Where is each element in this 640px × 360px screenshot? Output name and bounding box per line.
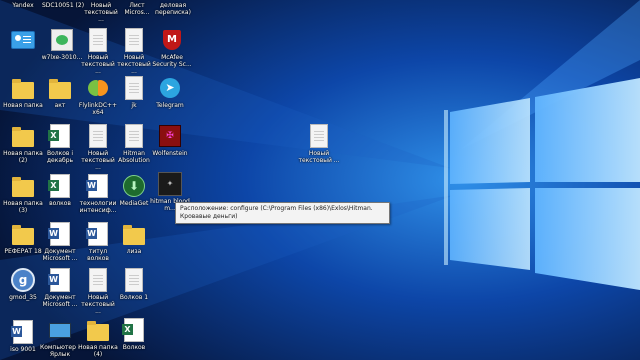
icon-label: Wolfenstein (152, 150, 188, 157)
icon-label: деловая переписка) (155, 2, 191, 16)
desktop-icon-control-panel[interactable] (4, 28, 42, 54)
desktop-icon-liza[interactable]: лиза (114, 222, 154, 255)
icon-label: волков (49, 200, 71, 207)
telegram-icon: ➤ (158, 76, 182, 100)
icon-label: Волков 1 (119, 294, 149, 301)
icon-label: jk (131, 102, 137, 109)
desktop-icon-word-document-2[interactable]: Документ Microsoft ... (38, 268, 82, 308)
desktop-icon-yandex[interactable]: Yandex (4, 2, 42, 9)
desktop-icon-wolfenstein[interactable]: ✠ Wolfenstein (148, 124, 192, 157)
word-document-icon (11, 320, 35, 344)
download-arrow-icon: ⬇ (122, 174, 146, 198)
icon-label: лиза (126, 248, 142, 255)
desktop-icon-new-text-3[interactable]: Новый текстовый ... (78, 268, 118, 315)
folder-icon (11, 124, 35, 148)
word-document-icon (86, 174, 110, 198)
icon-label: Новый текстовый ... (298, 150, 340, 164)
gmod-icon: g (11, 268, 35, 292)
folder-icon (122, 222, 146, 246)
desktop-icon-telegram[interactable]: ➤ Telegram (150, 76, 190, 109)
icon-label: Волков i декабрь (46, 150, 74, 164)
desktop-icon-new-text-4[interactable]: Новый текстовый ... (114, 28, 154, 75)
mcafee-shield-icon: M (160, 28, 184, 52)
butterfly-icon (86, 76, 110, 100)
word-document-icon (48, 268, 72, 292)
word-document-icon (48, 222, 72, 246)
folder-icon (11, 174, 35, 198)
icon-label: Новый текстовый ... (117, 54, 151, 75)
desktop-icon-jk[interactable]: jk (114, 76, 154, 109)
icon-label: титул волков (87, 248, 109, 262)
word-document-icon (86, 222, 110, 246)
icon-label: Документ Microsoft ... (42, 248, 78, 262)
control-panel-icon (11, 28, 35, 52)
icon-label: Yandex (12, 2, 34, 9)
text-document-icon (122, 268, 146, 292)
folder-icon (11, 222, 35, 246)
text-document-icon (86, 124, 110, 148)
text-document-icon (307, 124, 331, 148)
desktop-icon-new-text-center[interactable]: Новый текстовый ... (298, 124, 340, 164)
icon-label: Новый текстовый ... (81, 294, 115, 315)
hitman-icon: ✦ (158, 172, 182, 196)
excel-document-icon (48, 124, 72, 148)
desktop-icon-akt[interactable]: акт (40, 76, 80, 109)
desktop-icon-mcafee[interactable]: M McAfee Security Sc... (150, 28, 194, 68)
folder-icon (86, 318, 110, 342)
text-document-icon (122, 28, 146, 52)
computer-icon (48, 318, 72, 342)
icon-label: Новая папка (3) (3, 200, 43, 214)
icon-label: Новый текстовый ... (84, 2, 118, 23)
text-document-icon (86, 28, 110, 52)
desktop-icon-text-top[interactable]: Новый текстовый ... (82, 2, 120, 23)
icon-label: Волков (122, 344, 146, 351)
desktop-icon-word-document-1[interactable]: Документ Microsoft ... (38, 222, 82, 262)
desktop-icon-volkov[interactable]: волков (40, 174, 80, 207)
desktop-icon-new-folder[interactable]: Новая папка (2, 76, 44, 109)
desktop-icon-sdc10051[interactable]: SDC10051 (2) (40, 2, 86, 9)
desktop-icon-volkov-1[interactable]: Волков 1 (114, 268, 154, 301)
excel-document-icon (122, 318, 146, 342)
desktop-icon-new-text-1[interactable]: Новый текстовый ... (78, 28, 118, 75)
wolfenstein-icon: ✠ (158, 124, 182, 148)
desktop-icon-titul-volkov[interactable]: титул волков (78, 222, 118, 262)
excel-document-icon (48, 174, 72, 198)
desktop-icon-business-letters[interactable]: деловая переписка) (150, 2, 196, 16)
icon-label: Новый текстовый ... (81, 54, 115, 75)
text-document-icon (86, 268, 110, 292)
text-document-icon (122, 124, 146, 148)
desktop-icon-new-folder-3[interactable]: Новая папка (3) (2, 174, 44, 214)
installer-icon (50, 28, 74, 52)
text-document-icon (122, 76, 146, 100)
icon-label: Telegram (156, 102, 184, 109)
location-tooltip: Расположение: configure (C:\Program File… (175, 202, 390, 224)
icon-label: McAfee Security Sc... (152, 54, 192, 68)
desktop-icon-volkov-december[interactable]: Волков i декабрь (38, 124, 82, 164)
icon-label: SDC10051 (2) (41, 2, 85, 9)
icon-label: акт (54, 102, 66, 109)
icon-label: Документ Microsoft ... (42, 294, 78, 308)
icon-label: Новая папка (3, 102, 43, 109)
folder-icon (48, 76, 72, 100)
desktop-icon-volkov-excel[interactable]: Волков (114, 318, 154, 351)
folder-icon (11, 76, 35, 100)
